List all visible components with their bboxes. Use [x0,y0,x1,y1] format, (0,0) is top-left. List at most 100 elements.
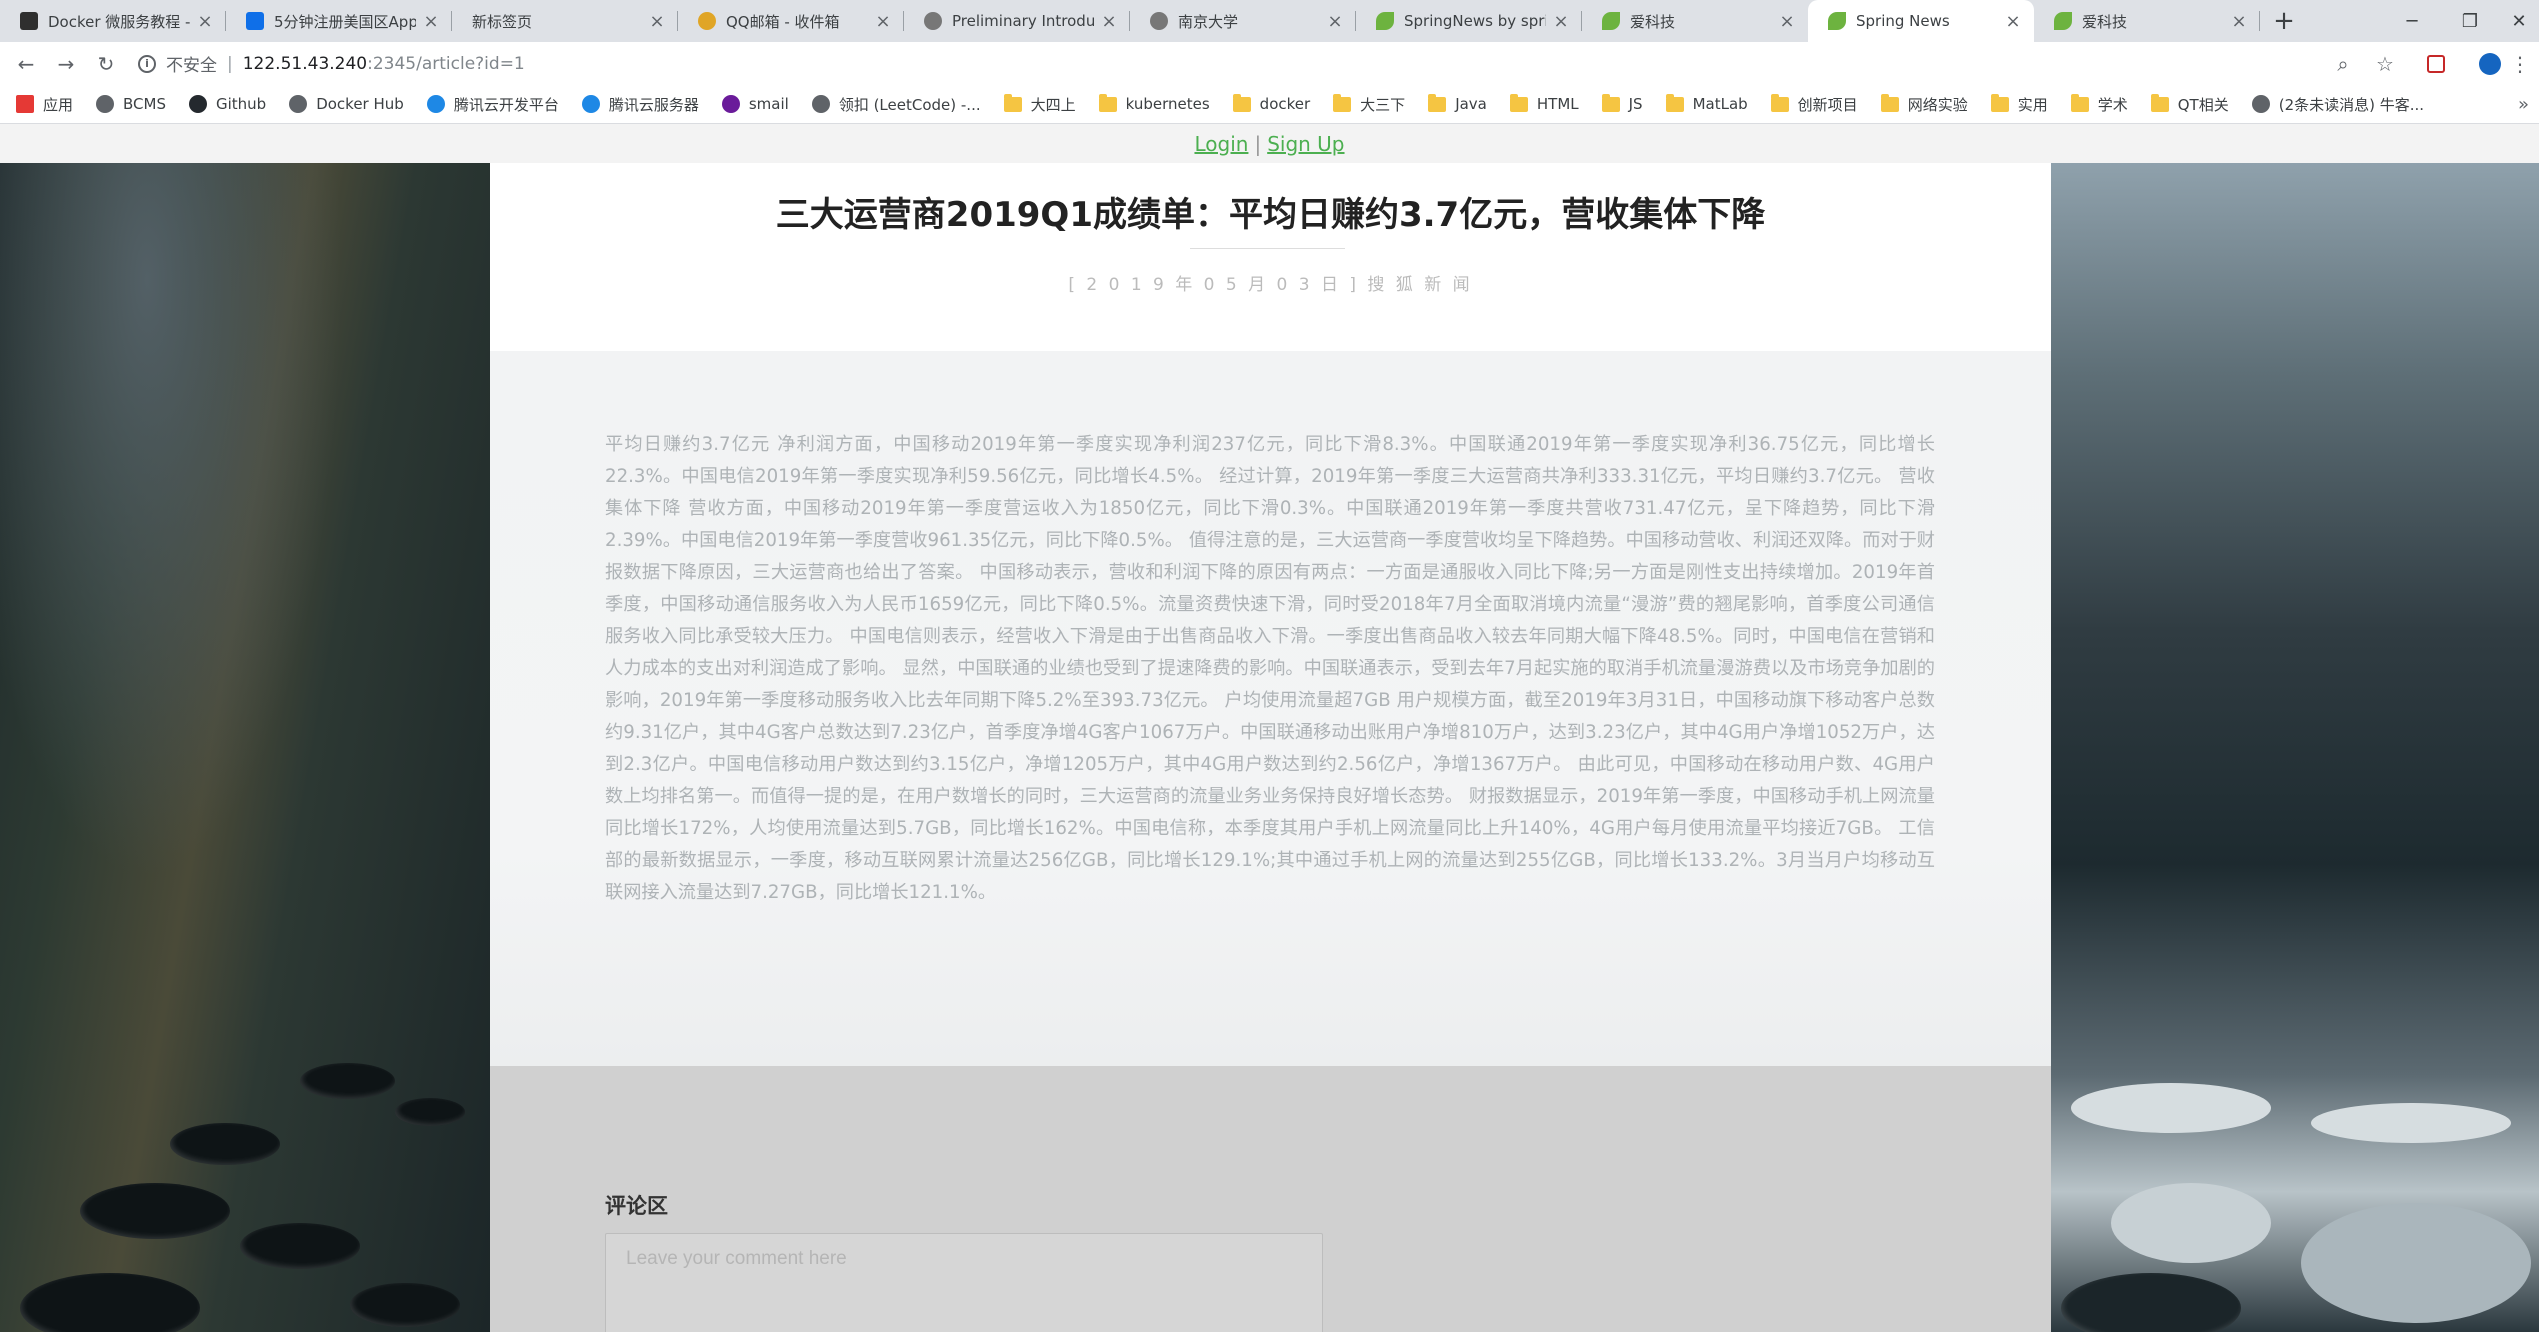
minimize-icon[interactable]: ─ [2383,0,2441,42]
bookmark-star-icon[interactable]: ☆ [2365,42,2405,85]
bookmark-item[interactable]: 大四上 [1003,93,1076,115]
bookmark-item[interactable]: 网络实验 [1880,93,1968,115]
bookmark-label: 领扣 (LeetCode) -... [838,95,981,114]
spring-icon [1602,12,1620,30]
profile-avatar-icon[interactable] [2470,42,2510,85]
signup-link[interactable]: Sign Up [1267,132,1344,156]
comments-title: 评论区 [605,1194,668,1218]
url-path: :2345/article?id=1 [367,53,525,74]
cloud-icon [426,95,445,113]
bookmark-label: (2条未读消息) 牛客... [2278,95,2425,114]
title-divider [1190,248,1345,249]
bookmark-item[interactable]: 腾讯云服务器 [581,94,699,115]
folder-icon [1880,93,1899,112]
folder-icon [1333,93,1352,112]
bookmark-label: Java [1455,95,1487,113]
docker-doc-icon [20,12,38,30]
bookmark-item[interactable]: BCMS [96,95,166,113]
bookmark-label: HTML [1536,95,1579,113]
folder-icon [1098,93,1117,112]
close-tab-icon[interactable]: × [2004,11,2022,32]
forward-arrow-icon[interactable]: → [46,42,86,85]
browser-tab[interactable]: 新标签页 × [452,0,678,42]
info-icon[interactable]: i [138,54,156,73]
bookmark-item[interactable]: Github [188,95,266,113]
browser-tab[interactable]: SpringNews by sprir × [1356,0,1582,42]
bookmark-item[interactable]: docker [1232,93,1310,113]
close-tab-icon[interactable]: × [196,11,214,32]
bookmark-item[interactable]: 创新项目 [1770,93,1858,115]
bookmark-item[interactable]: Java [1428,93,1487,113]
comments-section: 评论区 Leave your comment here [490,1066,2051,1332]
browser-tab[interactable]: Spring News × [1808,0,2034,42]
bookmark-item[interactable]: Docker Hub [289,95,404,113]
globe-icon [811,95,830,113]
bookmark-item[interactable]: JS [1601,93,1643,113]
close-tab-icon[interactable]: × [1778,11,1796,32]
article-meta: [ 2 0 1 9 年 0 5 月 0 3 日 ] 搜 狐 新 闻 [1068,275,1473,295]
bookmark-label: kubernetes [1125,95,1210,113]
shield-icon [721,95,740,113]
bookmark-item[interactable]: 腾讯云开发平台 [426,94,559,115]
tab-title: Docker 微服务教程 - [48,12,190,31]
zoom-icon[interactable]: ⌕ [2323,42,2363,85]
globe-icon [924,12,942,30]
bookmark-item[interactable]: 大三下 [1333,93,1406,115]
menu-kebab-icon[interactable]: ⋮ [2505,42,2535,85]
close-tab-icon[interactable]: × [2230,11,2248,32]
close-window-icon[interactable]: ✕ [2499,0,2539,42]
bookmark-item[interactable]: 学术 [2070,93,2128,115]
bookmark-item[interactable]: HTML [1509,93,1579,113]
security-label: 不安全 [166,56,217,76]
browser-tab[interactable]: 南京大学 × [1130,0,1356,42]
close-tab-icon[interactable]: × [648,11,666,32]
chrome-icon [698,12,716,30]
new-tab-icon[interactable]: + [2260,0,2308,42]
browser-tab[interactable]: Docker 微服务教程 - × [0,0,226,42]
close-tab-icon[interactable]: × [422,11,440,32]
bookmark-item[interactable]: 实用 [1990,93,2048,115]
bookmark-label: JS [1628,95,1643,113]
bookmark-label: 大三下 [1360,95,1406,114]
browser-tab[interactable]: 5分钟注册美国区App × [226,0,452,42]
bookmark-item[interactable]: MatLab [1665,93,1748,113]
restore-icon[interactable]: ❐ [2441,0,2499,42]
close-tab-icon[interactable]: × [1100,11,1118,32]
bookmark-label: MatLab [1692,95,1748,113]
bookmark-item[interactable]: 应用 [16,94,73,115]
close-tab-icon[interactable]: × [1326,11,1344,32]
tab-title: Spring News [1856,12,1950,30]
bookmarks-overflow-icon[interactable]: » [2518,85,2529,123]
folder-icon [1601,93,1620,112]
browser-tab[interactable]: 爱科技 × [1582,0,1808,42]
browser-tab[interactable]: 爱科技 × [2034,0,2260,42]
reload-icon[interactable]: ↻ [86,42,126,85]
tab-title: 南京大学 [1178,12,1239,31]
bookmark-item[interactable]: 领扣 (LeetCode) -... [811,94,981,115]
browser-tab[interactable]: QQ邮箱 - 收件箱 × [678,0,904,42]
bookmark-item[interactable]: smail [721,95,789,113]
bookmark-item[interactable]: (2条未读消息) 牛客... [2251,94,2425,115]
extension-icon[interactable] [2416,42,2456,85]
tab-title: Preliminary Introduc [952,12,1094,30]
bookmark-label: Docker Hub [316,95,404,113]
back-arrow-icon[interactable]: ← [6,42,46,85]
bookmark-item[interactable]: QT相关 [2150,93,2229,115]
address-bar[interactable]: i 不安全 | 122.51.43.240 :2345/article?id=1 [138,47,2398,80]
bookmark-label: BCMS [123,95,166,113]
login-link[interactable]: Login [1194,132,1248,156]
cloud-icon [581,95,600,113]
bookmark-label: 网络实验 [1907,95,1968,114]
article-content-area: 平均日赚约3.7亿元 净利润方面，中国移动2019年第一季度实现净利润237亿元… [490,351,2051,1066]
globe-icon [289,95,308,113]
tab-title: 爱科技 [1630,12,1676,31]
bookmark-item[interactable]: kubernetes [1098,93,1210,113]
browser-tab[interactable]: Preliminary Introduc × [904,0,1130,42]
spring-icon [1376,12,1394,30]
comment-input[interactable]: Leave your comment here [605,1233,1323,1332]
close-tab-icon[interactable]: × [874,11,892,32]
folder-icon [1665,93,1684,112]
folder-icon [1232,93,1251,112]
folder-icon [1990,93,2009,112]
close-tab-icon[interactable]: × [1552,11,1570,32]
